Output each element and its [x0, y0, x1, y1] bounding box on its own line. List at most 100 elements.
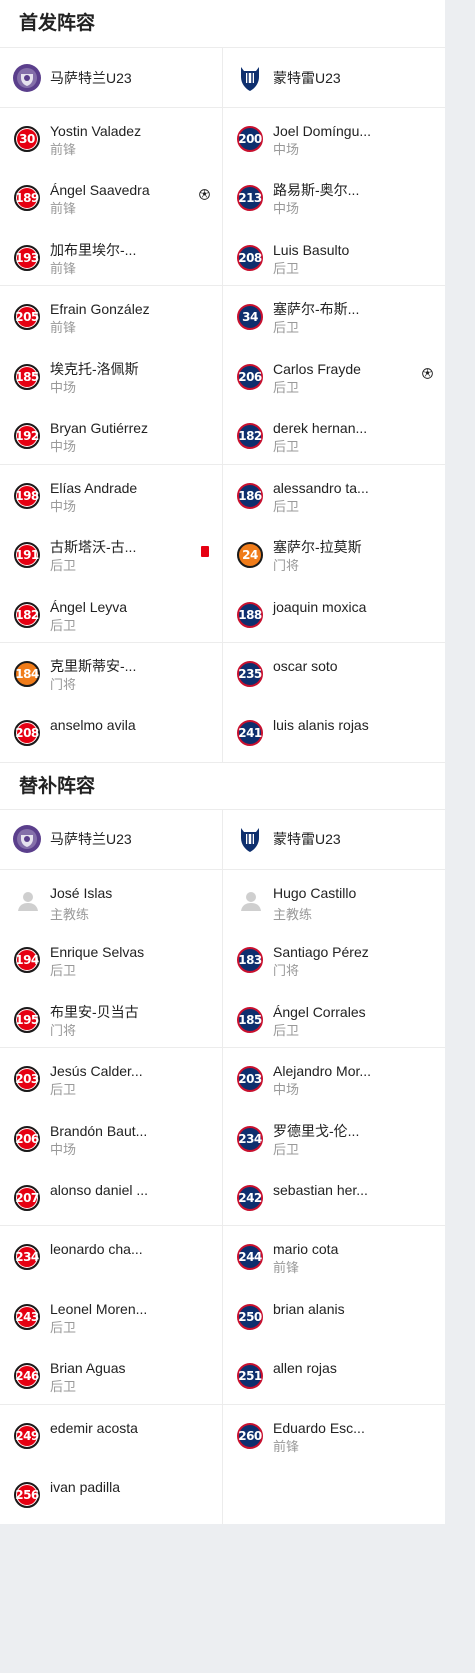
player-info: brian alanis — [273, 1300, 345, 1318]
player-row[interactable]: 186 alessandro ta... 后卫 — [223, 465, 445, 524]
jersey-number-badge: 185 — [14, 363, 40, 390]
player-row[interactable]: 206 Brandón Baut... 中场 — [0, 1108, 222, 1167]
player-row[interactable]: 234 罗德里戈-伦... 后卫 — [223, 1108, 445, 1167]
home-team-header[interactable]: 马萨特兰U23 — [0, 48, 222, 107]
player-row[interactable]: 250 brian alanis — [223, 1286, 445, 1345]
home-coach-name: José Islas — [50, 884, 113, 901]
player-row[interactable]: 208 Luis Basulto 后卫 — [223, 227, 445, 287]
player-info: Efrain González 前锋 — [50, 300, 150, 337]
goal-icon — [199, 189, 210, 202]
player-row[interactable]: 194 Enrique Selvas 后卫 — [0, 929, 222, 988]
player-info: alonso daniel ... — [50, 1181, 148, 1199]
player-info: Bryan Gutiérrez 中场 — [50, 419, 148, 456]
player-position: 中场 — [50, 498, 77, 514]
away-starting-list: 200 Joel Domíngu... 中场 213 路易斯-奥尔... 中场 208 Lui… — [222, 108, 445, 762]
player-row[interactable]: 256 ivan padilla — [0, 1464, 222, 1523]
player-row[interactable]: 183 Santiago Pérez 门将 — [223, 929, 445, 988]
mazatlan-logo-icon — [12, 824, 42, 854]
home-team-name-subs: 马萨特兰U23 — [50, 831, 132, 848]
jersey-number-badge: 24 — [237, 542, 263, 569]
player-position: 中场 — [273, 201, 300, 217]
jersey-number-badge: 30 — [14, 126, 40, 152]
away-coach-row[interactable]: Hugo Castillo 主教练 — [223, 870, 445, 929]
player-info: sebastian her... — [273, 1181, 368, 1199]
jersey-number-badge: 188 — [237, 601, 263, 628]
player-row[interactable]: 213 路易斯-奥尔... 中场 — [223, 167, 445, 226]
player-name: edemir acosta — [50, 1419, 138, 1436]
player-row[interactable]: 243 Leonel Moren... 后卫 — [0, 1286, 222, 1345]
player-row[interactable]: 34 塞萨尔-布斯... 后卫 — [223, 286, 445, 345]
player-name: Ángel Saavedra — [50, 182, 150, 199]
jersey-number-badge: 203 — [237, 1066, 263, 1093]
player-row[interactable]: 203 Alejandro Mor... 中场 — [223, 1048, 445, 1107]
player-row[interactable]: 234 leonardo cha... — [0, 1226, 222, 1285]
player-position: 前锋 — [273, 1438, 300, 1454]
player-row[interactable]: 30 Yostin Valadez 前锋 — [0, 108, 222, 167]
player-position: 前锋 — [50, 260, 77, 276]
jersey-number-badge: 207 — [14, 1185, 40, 1211]
player-name: Leonel Moren... — [50, 1300, 148, 1317]
jersey-number-badge: 192 — [14, 423, 40, 450]
player-row[interactable]: 198 Elías Andrade 中场 — [0, 465, 222, 524]
player-row[interactable]: 185 Ángel Corrales 后卫 — [223, 989, 445, 1049]
player-row[interactable]: 195 布里安-贝当古 门将 — [0, 989, 222, 1049]
player-row[interactable]: 188 joaquin moxica — [223, 584, 445, 643]
player-name: Alejandro Mor... — [273, 1063, 372, 1080]
player-row[interactable]: 235 oscar soto — [223, 643, 445, 702]
starting-teams-header: 马萨特兰U23 蒙特雷U23 — [0, 48, 445, 108]
goal-icon — [422, 367, 433, 381]
player-row[interactable]: 241 luis alanis rojas — [223, 702, 445, 761]
away-team-header-subs[interactable]: 蒙特雷U23 — [222, 809, 445, 869]
jersey-number-badge: 203 — [14, 1066, 40, 1093]
player-row[interactable]: 244 mario cota 前锋 — [223, 1226, 445, 1285]
player-position: 中场 — [50, 1141, 77, 1157]
jersey-number-badge: 206 — [14, 1125, 40, 1152]
player-info: Leonel Moren... 后卫 — [50, 1300, 147, 1337]
player-position: 后卫 — [50, 1082, 77, 1098]
player-row[interactable]: 185 埃克托-洛佩斯 中场 — [0, 346, 222, 405]
player-row[interactable]: 182 derek hernan... 后卫 — [223, 405, 445, 465]
home-coach-row[interactable]: José Islas 主教练 — [0, 870, 222, 929]
player-row[interactable]: 182 Ángel Leyva 后卫 — [0, 584, 222, 643]
player-position: 后卫 — [273, 439, 300, 455]
player-name: Luis Basulto — [273, 241, 350, 258]
player-name: Santiago Pérez — [273, 944, 369, 961]
player-row[interactable]: 205 Efrain González 前锋 — [0, 286, 222, 345]
player-position: 门将 — [273, 558, 300, 574]
subs-grid: José Islas 主教练 194 Enrique Selvas 后卫 195 布里安… — [0, 869, 445, 1524]
player-row[interactable]: 24 塞萨尔-拉莫斯 门将 — [223, 524, 445, 583]
jersey-number-badge: 249 — [14, 1422, 40, 1449]
player-name: 古斯塔沃-古... — [50, 539, 137, 556]
player-name: Jesús Calder... — [50, 1063, 143, 1080]
player-row[interactable]: 193 加布里埃尔-... 前锋 — [0, 227, 222, 287]
player-row[interactable]: 192 Bryan Gutiérrez 中场 — [0, 405, 222, 465]
player-row[interactable]: 260 Eduardo Esc... 前锋 — [223, 1405, 445, 1464]
player-row[interactable]: 246 Brian Aguas 后卫 — [0, 1345, 222, 1405]
player-row[interactable]: 191 古斯塔沃-古... 后卫 — [0, 524, 222, 583]
player-row[interactable]: 249 edemir acosta — [0, 1405, 222, 1464]
player-row[interactable]: 184 克里斯蒂安-... 门将 — [0, 643, 222, 702]
jersey-number-badge: 208 — [237, 244, 263, 271]
player-position: 后卫 — [50, 617, 77, 633]
player-info: luis alanis rojas — [273, 716, 369, 734]
home-team-header-subs[interactable]: 马萨特兰U23 — [0, 810, 222, 869]
player-row[interactable]: 208 anselmo avila — [0, 702, 222, 761]
player-name: Joel Domíngu... — [273, 123, 372, 139]
away-team-header[interactable]: 蒙特雷U23 — [222, 48, 445, 107]
player-name: derek hernan... — [273, 420, 368, 437]
player-row[interactable]: 189 Ángel Saavedra 前锋 — [0, 167, 222, 226]
player-row[interactable]: 200 Joel Domíngu... 中场 — [223, 108, 445, 167]
player-row[interactable]: 203 Jesús Calder... 后卫 — [0, 1048, 222, 1107]
jersey-number-badge: 195 — [14, 1006, 40, 1033]
player-info: joaquin moxica — [273, 598, 366, 616]
player-row[interactable]: 207 alonso daniel ... — [0, 1167, 222, 1227]
jersey-number-badge: 250 — [237, 1303, 263, 1330]
player-row[interactable]: 206 Carlos Frayde 后卫 — [223, 346, 445, 405]
player-position: 中场 — [50, 439, 77, 455]
player-row[interactable]: 251 allen rojas — [223, 1345, 445, 1405]
player-row[interactable]: 242 sebastian her... — [223, 1167, 445, 1227]
player-name: Elías Andrade — [50, 479, 138, 496]
jersey-number-badge: 251 — [237, 1363, 263, 1390]
player-info: Brian Aguas 后卫 — [50, 1359, 126, 1396]
jersey-number-badge: 198 — [14, 482, 40, 509]
